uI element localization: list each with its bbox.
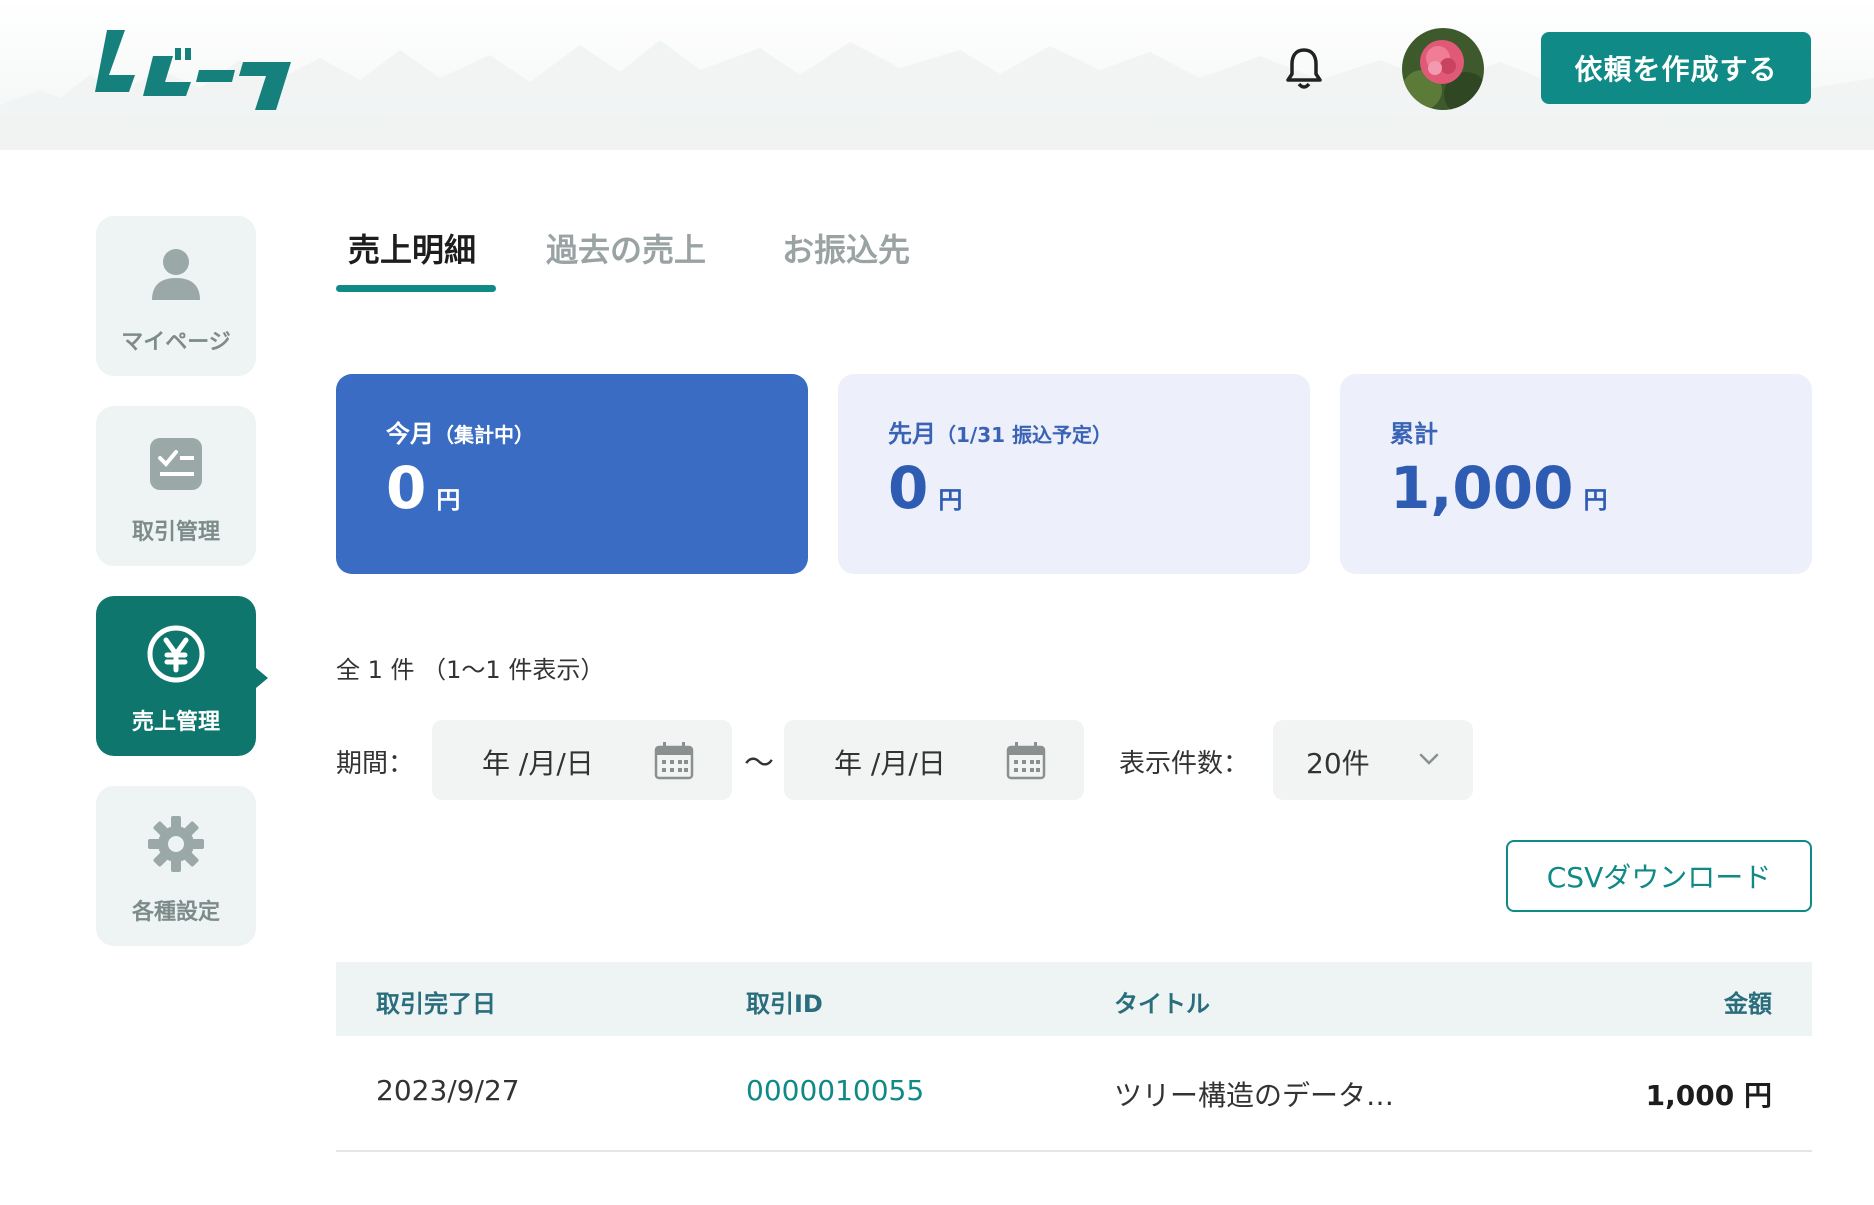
card-label: 累計 bbox=[1390, 420, 1438, 448]
card-value: 0円 bbox=[386, 454, 461, 522]
sidebar-item-mypage[interactable]: マイページ bbox=[96, 216, 256, 376]
sidebar-item-sales[interactable]: 売上管理 bbox=[96, 596, 268, 756]
table-header: 取引完了日 取引ID タイトル 金額 bbox=[336, 962, 1812, 1036]
tab-sales-detail[interactable]: 売上明細 bbox=[348, 225, 476, 271]
card-label: 今月（集計中） bbox=[386, 420, 534, 448]
sidebar-item-label: マイページ bbox=[121, 330, 231, 355]
yen-icon bbox=[146, 624, 206, 688]
card-label: 先月（1/31 振込予定） bbox=[888, 420, 1113, 448]
per-page-label: 表示件数： bbox=[1119, 749, 1250, 779]
tab-past-sales[interactable]: 過去の売上 bbox=[546, 225, 706, 271]
calendar-icon[interactable] bbox=[1006, 742, 1046, 784]
cell-transaction-id-link[interactable]: 0000010055 bbox=[746, 1074, 924, 1107]
end-date-field[interactable]: 年 /月/日 bbox=[784, 720, 1084, 800]
table-row: 2023/9/27 0000010055 ツリー構造のデータ… 1,000 円 bbox=[336, 1036, 1812, 1152]
logo[interactable] bbox=[95, 20, 295, 119]
per-page-value: 20件 bbox=[1306, 747, 1370, 780]
calendar-icon[interactable] bbox=[654, 742, 694, 784]
range-separator: 〜 bbox=[744, 746, 774, 781]
sidebar-item-settings[interactable]: 各種設定 bbox=[96, 786, 256, 946]
cell-date: 2023/9/27 bbox=[376, 1074, 520, 1107]
card-total: 累計 1,000 円 bbox=[1340, 374, 1812, 574]
create-request-button[interactable]: 依頼を作成する bbox=[1541, 32, 1811, 104]
start-date-placeholder: 年 /月/日 bbox=[482, 747, 594, 780]
chevron-down-icon bbox=[1418, 751, 1440, 771]
user-icon bbox=[146, 244, 206, 308]
period-label: 期間： bbox=[336, 749, 415, 779]
cell-amount: 1,000 円 bbox=[1645, 1079, 1772, 1112]
sidebar-item-label: 売上管理 bbox=[131, 710, 220, 735]
end-date-placeholder: 年 /月/日 bbox=[834, 747, 946, 780]
sidebar-item-label: 各種設定 bbox=[131, 900, 220, 925]
header: 依頼を作成する bbox=[0, 0, 1874, 150]
column-header-title: タイトル bbox=[1114, 990, 1210, 1018]
card-value: 1,000 円 bbox=[1390, 454, 1608, 522]
sidebar-item-transactions[interactable]: 取引管理 bbox=[96, 406, 256, 566]
card-value: 0円 bbox=[888, 454, 963, 522]
card-this-month: 今月（集計中） 0円 bbox=[336, 374, 808, 574]
active-tab-indicator bbox=[336, 285, 496, 292]
checklist-icon bbox=[146, 434, 206, 498]
per-page-select[interactable]: 20件 bbox=[1273, 720, 1473, 800]
card-last-month: 先月（1/31 振込予定） 0円 bbox=[838, 374, 1310, 574]
column-header-amount: 金額 bbox=[1724, 990, 1772, 1018]
csv-download-button[interactable]: CSVダウンロード bbox=[1506, 840, 1812, 912]
cell-title: ツリー構造のデータ… bbox=[1114, 1079, 1395, 1112]
result-count: 全 1 件 （1〜1 件表示） bbox=[336, 656, 605, 684]
sidebar-item-label: 取引管理 bbox=[131, 520, 220, 545]
start-date-field[interactable]: 年 /月/日 bbox=[432, 720, 732, 800]
notification-bell-icon[interactable] bbox=[1284, 46, 1324, 94]
column-header-date: 取引完了日 bbox=[376, 990, 496, 1018]
tab-transfer-account[interactable]: お振込先 bbox=[782, 225, 910, 271]
gear-icon bbox=[146, 814, 206, 878]
column-header-id: 取引ID bbox=[746, 990, 823, 1018]
user-avatar[interactable] bbox=[1402, 28, 1484, 110]
